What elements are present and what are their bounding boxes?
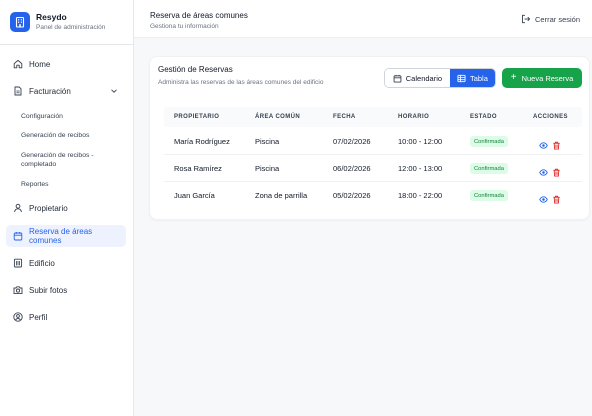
card-subtitle: Administra las reservas de las áreas com… <box>158 79 324 86</box>
status-badge: Confirmada <box>470 136 508 147</box>
table-view-button[interactable]: Tabla <box>449 69 495 87</box>
sidebar-item-label: Reserva de áreas comunes <box>29 227 93 245</box>
cell-time: 12:00 - 13:00 <box>398 164 443 173</box>
brand[interactable]: Resydo Panel de administración <box>10 12 105 32</box>
table-row[interactable]: Rosa Ramírez Piscina 06/02/2026 12:00 - … <box>164 155 582 182</box>
building-icon <box>13 258 23 268</box>
column-header-estado[interactable]: ESTADO <box>470 114 497 120</box>
delete-trash-icon[interactable] <box>552 164 561 177</box>
sidebar-item-label: Perfil <box>29 312 48 322</box>
sidebar-item-label: Home <box>29 59 51 69</box>
cell-date: 06/02/2026 <box>333 164 371 173</box>
status-badge: Confirmada <box>470 163 508 174</box>
sidebar-item-reservas[interactable]: Reserva de áreas comunes <box>6 225 126 247</box>
cell-date: 07/02/2026 <box>333 137 371 146</box>
column-header-propietario[interactable]: PROPIETARIO <box>174 114 219 120</box>
camera-icon <box>13 285 23 295</box>
sidebar-subitem-generacion-recibos[interactable]: Generación de recibos <box>21 131 121 140</box>
sidebar-item-subir-fotos[interactable]: Subir fotos <box>6 279 126 301</box>
column-header-area[interactable]: ÁREA COMÚN <box>255 114 300 120</box>
cell-time: 10:00 - 12:00 <box>398 137 443 146</box>
brand-name: Resydo <box>36 12 67 22</box>
page-title: Reserva de áreas comunes <box>150 11 248 20</box>
view-toggle: Calendario Tabla <box>384 68 496 88</box>
reservations-card: Gestión de Reservas Administra las reser… <box>149 56 590 220</box>
chevron-down-icon <box>110 87 118 95</box>
view-eye-icon[interactable] <box>539 191 548 203</box>
view-eye-icon[interactable] <box>539 137 548 149</box>
column-header-fecha[interactable]: FECHA <box>333 114 356 120</box>
top-header: Reserva de áreas comunes Gestiona tu inf… <box>134 0 592 38</box>
logout-icon <box>521 14 531 24</box>
user-circle-icon <box>13 312 23 322</box>
new-reservation-label: Nueva Reserva <box>521 73 574 83</box>
sidebar-item-home[interactable]: Home <box>6 53 126 75</box>
table-icon <box>457 74 466 83</box>
cell-owner: María Rodríguez <box>174 137 230 146</box>
calendar-icon <box>13 231 23 241</box>
cell-area: Zona de parrilla <box>255 191 308 200</box>
cell-owner: Juan García <box>174 191 215 200</box>
view-eye-icon[interactable] <box>539 164 548 176</box>
logout-button[interactable]: Cerrar sesión <box>521 14 580 24</box>
page-subtitle: Gestiona tu información <box>150 23 219 30</box>
user-icon <box>13 203 23 213</box>
plus-icon: + <box>510 72 517 83</box>
sidebar-item-label: Subir fotos <box>29 285 68 295</box>
sidebar-subitem-configuracion[interactable]: Configuración <box>21 112 121 121</box>
sidebar-item-facturacion[interactable]: Facturación <box>6 80 126 102</box>
sidebar-item-propietario[interactable]: Propietario <box>6 197 126 219</box>
cell-time: 18:00 - 22:00 <box>398 191 443 200</box>
building-logo-icon <box>10 12 30 32</box>
table-view-label: Tabla <box>469 73 488 83</box>
column-header-acciones: ACCIONES <box>533 114 568 120</box>
calendar-icon <box>393 74 402 83</box>
sidebar-item-edificio[interactable]: Edificio <box>6 252 126 274</box>
cell-date: 05/02/2026 <box>333 191 371 200</box>
brand-subtitle: Panel de administración <box>36 24 106 31</box>
sidebar-item-label: Propietario <box>29 203 68 213</box>
sidebar-subitem-reportes[interactable]: Reportes <box>21 180 121 189</box>
document-icon <box>13 86 23 96</box>
delete-trash-icon[interactable] <box>552 191 561 204</box>
table-row[interactable]: Juan García Zona de parrilla 05/02/2026 … <box>164 182 582 209</box>
cell-area: Piscina <box>255 164 280 173</box>
column-header-horario[interactable]: HORARIO <box>398 114 429 120</box>
sidebar-item-perfil[interactable]: Perfil <box>6 306 126 328</box>
delete-trash-icon[interactable] <box>552 137 561 150</box>
calendar-view-button[interactable]: Calendario <box>385 69 450 87</box>
home-icon <box>13 59 23 69</box>
sidebar-item-label: Facturación <box>29 86 71 96</box>
divider <box>0 44 134 45</box>
status-badge: Confirmada <box>470 190 508 201</box>
cell-owner: Rosa Ramírez <box>174 164 222 173</box>
card-title: Gestión de Reservas <box>158 65 233 74</box>
table-header: PROPIETARIO ÁREA COMÚN FECHA HORARIO EST… <box>164 107 582 127</box>
logout-label: Cerrar sesión <box>534 14 580 24</box>
table-row[interactable]: María Rodríguez Piscina 07/02/2026 10:00… <box>164 128 582 155</box>
calendar-view-label: Calendario <box>405 73 443 83</box>
sidebar-item-label: Edificio <box>29 258 55 268</box>
sidebar: Resydo Panel de administración Home Fact… <box>0 0 134 416</box>
cell-area: Piscina <box>255 137 280 146</box>
new-reservation-button[interactable]: + Nueva Reserva <box>502 68 582 88</box>
sidebar-subitem-generacion-completado[interactable]: Generación de recibos - completado <box>21 151 121 169</box>
